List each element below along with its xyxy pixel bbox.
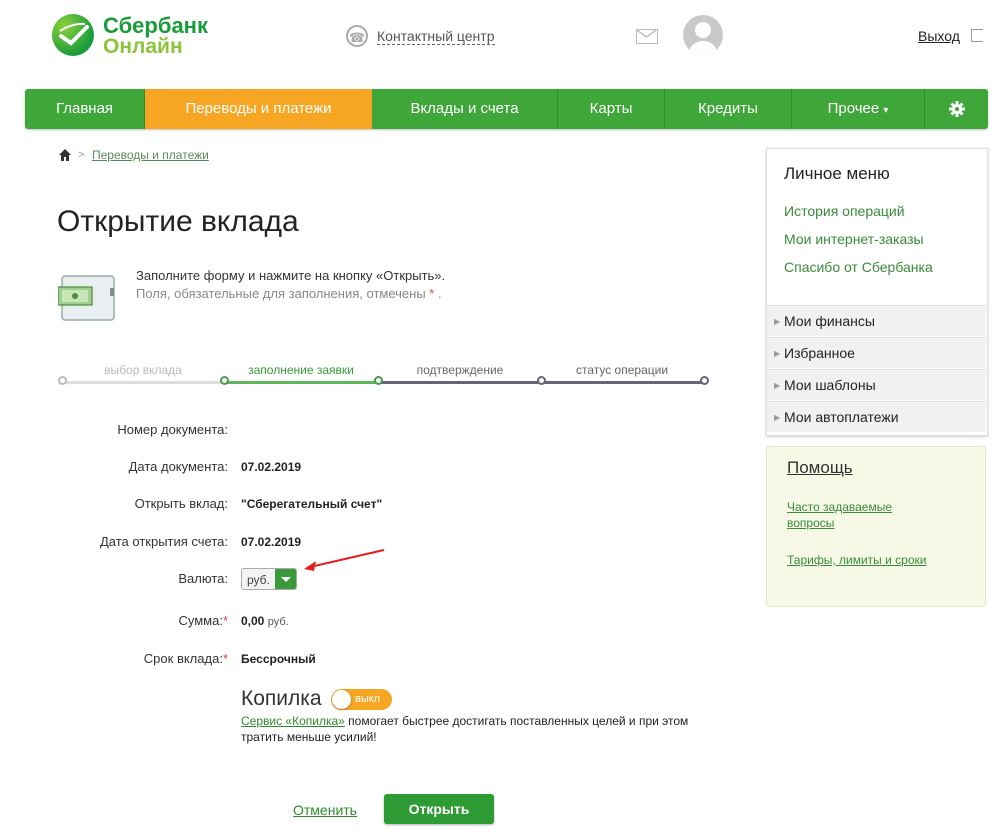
step-line-1: [62, 381, 224, 384]
nav-other-label: Прочее: [827, 100, 880, 117]
logout-icon[interactable]: [971, 29, 983, 42]
open-deposit-value: "Сберегательный счет": [241, 497, 383, 511]
nav-cards[interactable]: Карты: [558, 89, 665, 129]
open-deposit-label: Открыть вклад:: [134, 496, 228, 511]
step-choose: выбор вклада: [104, 363, 182, 377]
doc-date-label: Дата документа:: [128, 459, 228, 474]
step-status: статус операции: [575, 363, 669, 377]
chevron-down-icon[interactable]: [275, 569, 296, 589]
required-star: *: [429, 286, 435, 301]
arrow-right-icon: ▶: [774, 381, 781, 390]
sum-unit: руб.: [267, 616, 289, 628]
menu-link-orders[interactable]: Мои интернет-заказы: [784, 231, 924, 247]
toggle-state: выкл: [355, 693, 381, 705]
arrow-right-icon: ▶: [774, 317, 781, 326]
help-link-tariffs[interactable]: Тарифы, лимиты и сроки: [787, 552, 927, 568]
breadcrumb-separator: >: [78, 149, 85, 161]
sum-label-text: Сумма:: [178, 613, 223, 628]
doc-date-value: 07.02.2019: [241, 460, 302, 474]
menu-section-label[interactable]: Мои автоплатежи: [784, 409, 899, 425]
nav-transfers[interactable]: Переводы и платежи: [145, 89, 372, 129]
doc-number-label: Номер документа:: [117, 422, 228, 437]
contact-center-link[interactable]: Контактный центр: [377, 28, 495, 45]
help-title[interactable]: Помощь: [787, 458, 853, 478]
currency-select[interactable]: руб.: [241, 568, 297, 590]
step-dot-2: [220, 376, 229, 385]
personal-menu-title: Личное меню: [784, 164, 890, 183]
menu-section-label[interactable]: Мои шаблоны: [784, 377, 876, 393]
step-confirm: подтверждение: [416, 363, 504, 377]
step-dot-3: [374, 376, 383, 385]
menu-link-spasibo[interactable]: Спасибо от Сбербанка: [784, 259, 933, 275]
required-hint-end: .: [437, 286, 442, 301]
term-label-text: Срок вклада:: [143, 651, 223, 666]
required-hint-text: Поля, обязательные для заполнения, отмеч…: [136, 286, 426, 301]
toggle-knob: [332, 690, 351, 709]
open-button[interactable]: Открыть: [384, 794, 494, 824]
kopilka-title: Копилка: [241, 687, 322, 710]
kopilka-description: Сервис «Копилка» помогает быстрее достиг…: [241, 713, 711, 745]
term-value: Бессрочный: [241, 652, 316, 666]
menu-section-label[interactable]: Мои финансы: [784, 313, 875, 329]
sum-field[interactable]: 0,00 руб.: [241, 614, 289, 628]
sum-value: 0,00: [241, 614, 265, 628]
open-date-value: 07.02.2019: [241, 535, 302, 549]
cancel-link[interactable]: Отменить: [293, 802, 357, 818]
step-dot-4: [537, 376, 546, 385]
home-icon[interactable]: [58, 148, 72, 162]
required-hint: Поля, обязательные для заполнения, отмеч…: [136, 286, 442, 301]
term-required-star: *: [222, 651, 228, 666]
step-dot-1: [58, 376, 67, 385]
help-link-faq[interactable]: Часто задаваемые вопросы: [787, 499, 927, 531]
nav-deposits[interactable]: Вклады и счета: [372, 89, 558, 129]
nav-credits[interactable]: Кредиты: [665, 89, 792, 129]
settings-gear-icon[interactable]: [925, 89, 988, 129]
step-dot-5: [700, 376, 709, 385]
menu-link-history[interactable]: История операций: [784, 203, 905, 219]
sum-label: Сумма:*: [28, 613, 228, 628]
main-nav: Главная Переводы и платежи Вклады и счет…: [25, 89, 988, 129]
red-arrow-annotation: [304, 549, 385, 571]
term-label: Срок вклада:*: [28, 651, 228, 666]
step-fill: заполнение заявки: [248, 363, 354, 377]
kopilka-toggle[interactable]: выкл: [331, 689, 392, 710]
sum-required-star: *: [222, 613, 228, 628]
safe-icon: [58, 275, 115, 321]
avatar[interactable]: [683, 15, 723, 55]
arrow-right-icon: ▶: [774, 349, 781, 358]
menu-section-label[interactable]: Избранное: [784, 345, 855, 361]
nav-other[interactable]: Прочее ▾: [792, 89, 925, 129]
currency-label: Валюта:: [178, 571, 228, 586]
kopilka-service-link[interactable]: Сервис «Копилка»: [241, 714, 345, 728]
breadcrumb-link[interactable]: Переводы и платежи: [92, 148, 209, 162]
page-title: Открытие вклада: [57, 205, 299, 238]
mail-icon[interactable]: [636, 29, 658, 44]
step-line-2: [224, 381, 378, 384]
chevron-down-icon: ▾: [883, 105, 889, 116]
logo-subtitle: Онлайн: [103, 35, 183, 58]
open-date-label: Дата открытия счета:: [99, 534, 228, 549]
nav-main[interactable]: Главная: [25, 89, 145, 129]
arrow-right-icon: ▶: [774, 413, 781, 422]
phone-icon: ☎: [346, 25, 368, 47]
logout-link[interactable]: Выход: [918, 28, 960, 44]
hint-text: Заполните форму и нажмите на кнопку «Отк…: [136, 268, 446, 283]
sberbank-logo-icon[interactable]: [52, 14, 94, 56]
currency-value: руб.: [247, 573, 270, 587]
